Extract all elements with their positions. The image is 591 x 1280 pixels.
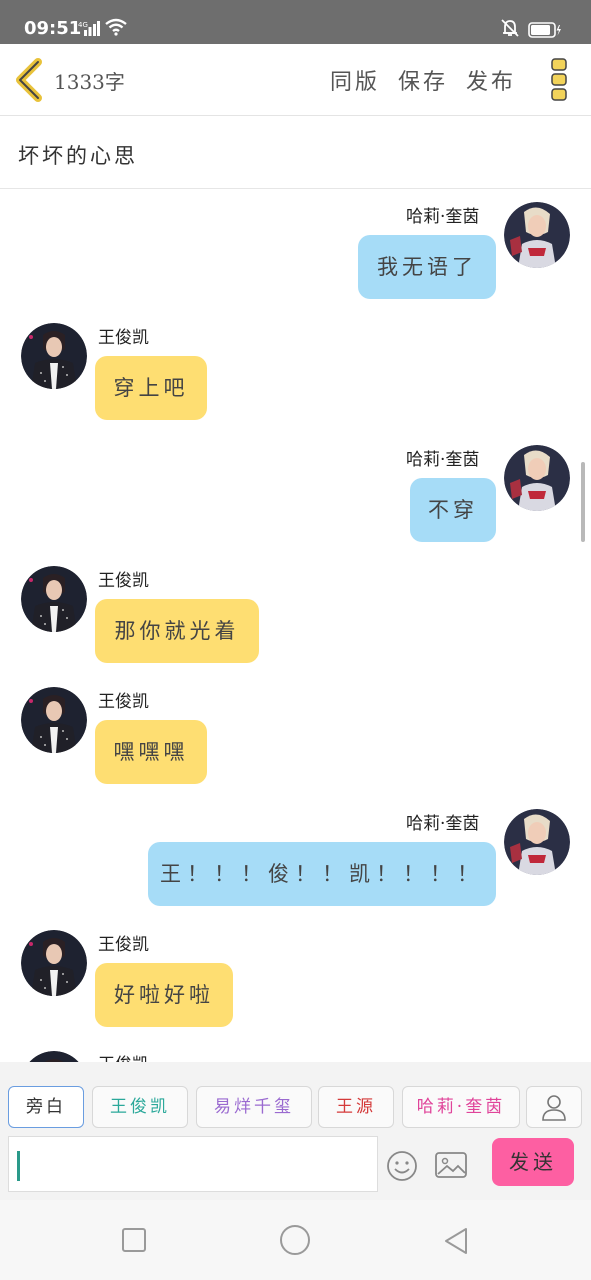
wangjunkai-avatar-icon xyxy=(21,687,87,753)
editor-header: 1333字 同版 保存 发布 xyxy=(0,44,591,116)
character-chip-wangyuan[interactable]: 王源 xyxy=(318,1086,394,1128)
system-nav-bar xyxy=(0,1200,591,1280)
message-sender: 王俊凯 xyxy=(98,692,149,712)
word-count: 1333字 xyxy=(54,70,125,94)
message-input[interactable] xyxy=(8,1136,378,1192)
message-sender: 王俊凯 xyxy=(98,1050,149,1062)
save-button[interactable]: 保存 xyxy=(398,64,448,96)
message-sender: 王俊凯 xyxy=(98,935,149,955)
avatar-wangjunkai[interactable] xyxy=(21,687,87,753)
message-bubble[interactable]: 嘿嘿嘿 xyxy=(95,720,207,784)
chat-area[interactable]: 哈莉·奎茵 我无语了 王俊凯 穿上吧 哈莉·奎茵 不穿 王俊凯 那你就光着 王俊… xyxy=(0,190,591,1062)
avatar-harley[interactable] xyxy=(504,445,570,511)
message-sender: 哈莉·奎茵 xyxy=(406,450,480,470)
image-icon[interactable] xyxy=(434,1150,468,1180)
signal-icon: 4G xyxy=(78,21,100,36)
message-bubble[interactable]: 好啦好啦 xyxy=(95,963,233,1027)
mute-bell-icon xyxy=(501,19,519,37)
more-options-icon[interactable] xyxy=(548,56,570,104)
recents-square-icon[interactable] xyxy=(122,1228,146,1252)
back-chevron-icon[interactable] xyxy=(14,58,46,102)
message-bubble[interactable]: 穿上吧 xyxy=(95,356,207,420)
message-sender: 哈莉·奎茵 xyxy=(406,814,480,834)
status-time: 09:51 xyxy=(24,18,82,39)
back-triangle-icon[interactable] xyxy=(442,1226,470,1256)
status-bar: 09:51 4G xyxy=(0,0,591,44)
avatar-harley[interactable] xyxy=(504,202,570,268)
network-label: 4G xyxy=(78,21,88,29)
message-sender: 王俊凯 xyxy=(98,571,149,591)
message-bubble[interactable]: 不穿 xyxy=(410,478,496,542)
story-title-bar[interactable]: 坏坏的心思 xyxy=(0,116,591,189)
harley-avatar-icon xyxy=(504,202,570,268)
person-icon xyxy=(542,1095,566,1121)
add-character-button[interactable] xyxy=(526,1086,582,1128)
emoji-icon[interactable] xyxy=(386,1150,418,1182)
same-version-button[interactable]: 同版 xyxy=(330,64,380,96)
send-button[interactable]: 发送 xyxy=(492,1138,574,1186)
publish-button[interactable]: 发布 xyxy=(466,64,516,96)
story-title: 坏坏的心思 xyxy=(18,144,138,168)
wangjunkai-avatar-icon xyxy=(29,1051,79,1062)
character-chip-wangjunkai[interactable]: 王俊凯 xyxy=(92,1086,188,1128)
wangjunkai-avatar-icon xyxy=(21,323,87,389)
character-chip-narrator[interactable]: 旁白 xyxy=(8,1086,84,1128)
avatar-wangjunkai[interactable] xyxy=(21,1051,87,1062)
character-chip-harley[interactable]: 哈莉·奎茵 xyxy=(402,1086,520,1128)
message-sender: 王俊凯 xyxy=(98,328,149,348)
home-circle-icon[interactable] xyxy=(280,1225,310,1255)
battery-icon xyxy=(528,22,561,38)
harley-avatar-icon xyxy=(504,809,570,875)
wifi-icon xyxy=(105,18,127,36)
harley-avatar-icon xyxy=(504,445,570,511)
avatar-wangjunkai[interactable] xyxy=(21,930,87,996)
character-chip-yiyangqianxi[interactable]: 易烊千玺 xyxy=(196,1086,312,1128)
message-bubble[interactable]: 我无语了 xyxy=(358,235,496,299)
message-bubble[interactable]: 那你就光着 xyxy=(95,599,259,663)
composer-panel: 旁白 王俊凯 易烊千玺 王源 哈莉·奎茵 发送 xyxy=(0,1062,591,1200)
avatar-harley[interactable] xyxy=(504,809,570,875)
avatar-wangjunkai[interactable] xyxy=(21,566,87,632)
text-caret xyxy=(17,1151,20,1181)
avatar-wangjunkai[interactable] xyxy=(21,323,87,389)
wangjunkai-avatar-icon xyxy=(21,566,87,632)
message-sender: 哈莉·奎茵 xyxy=(406,207,480,227)
chat-scrollbar[interactable] xyxy=(581,462,585,542)
message-bubble[interactable]: 王！！！俊！！凯！！！！ xyxy=(148,842,496,906)
wangjunkai-avatar-icon xyxy=(21,930,87,996)
